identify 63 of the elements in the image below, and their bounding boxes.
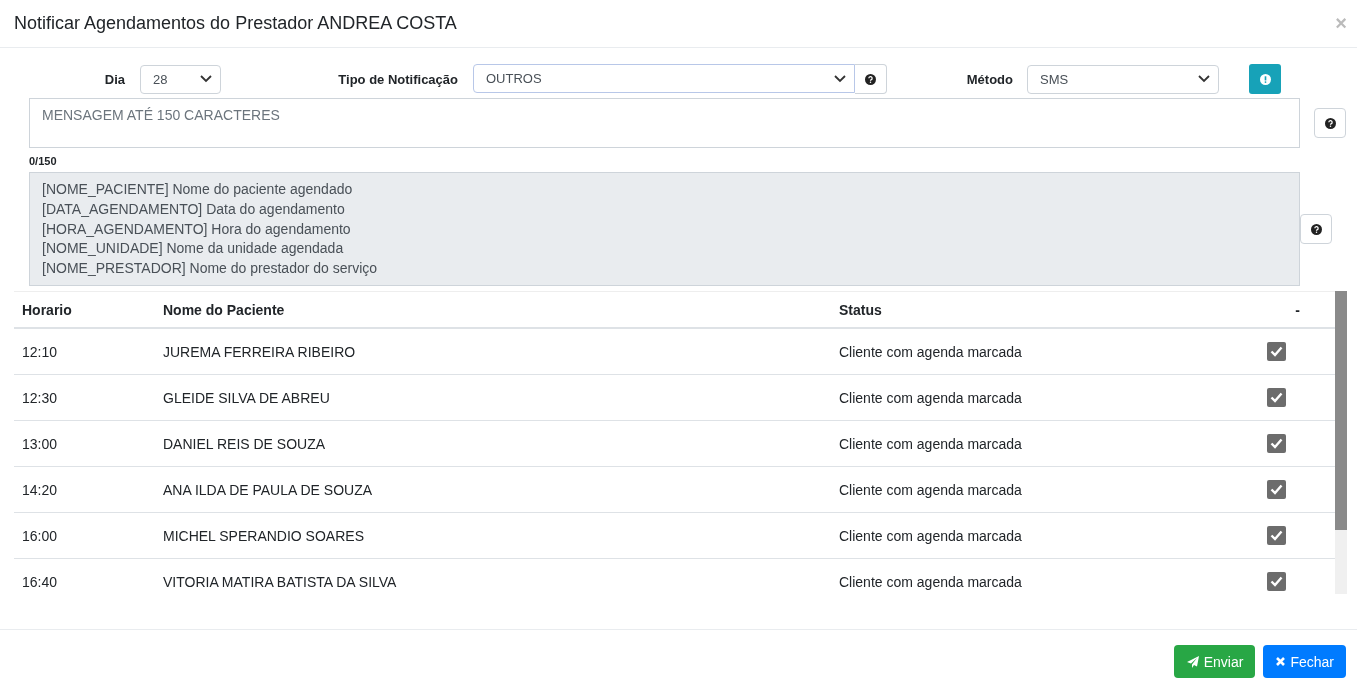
close-button[interactable]: Fechar [1263, 645, 1346, 678]
character-counter: 0/150 [29, 155, 57, 167]
patient-name-cell-text: GLEIDE SILVA DE ABREU [162, 389, 331, 406]
checkbox[interactable] [1267, 434, 1286, 453]
info-button[interactable] [1249, 64, 1281, 94]
status-cell-text: Cliente com agenda marcada [838, 343, 1023, 360]
column-header: - [1294, 301, 1301, 318]
checkbox[interactable] [1267, 388, 1286, 407]
chevron-down-icon [1198, 75, 1210, 83]
checkbox[interactable] [1267, 480, 1286, 499]
patient-name-cell-text: VITORIA MATIRA BATISTA DA SILVA [162, 573, 398, 590]
chevron-down-icon [834, 74, 846, 83]
variable-description: [NOME_PRESTADOR] Nome do prestador do serviço [42, 259, 379, 279]
scrollbar[interactable] [1335, 291, 1347, 594]
status-cell-text: Cliente com agenda marcada [838, 435, 1023, 452]
variable-description: [DATA_AGENDAMENTO] Data do agendamento [42, 199, 346, 219]
time-cell-text: 16:40 [21, 573, 59, 590]
dialog-title: Notificar Agendamentos do Prestador ANDREA COSTA [14, 13, 457, 34]
patient-name-cell-text: DANIEL REIS DE SOUZA [162, 435, 327, 452]
message-field[interactable]: MENSAGEM ATÉ 150 CARACTERES [29, 98, 1300, 148]
time-cell-text: 14:20 [21, 481, 59, 498]
help-button[interactable] [1314, 108, 1346, 138]
check-icon [1270, 438, 1283, 449]
checkbox[interactable] [1267, 526, 1286, 545]
method-select[interactable]: SMS [1027, 64, 1219, 94]
notification-type-select[interactable]: OUTROS [473, 64, 855, 93]
checkbox[interactable] [1267, 572, 1286, 591]
close-icon [1275, 656, 1287, 667]
variable-description: [HORA_AGENDAMENTO] Hora do agendamento [42, 219, 352, 239]
patient-name-cell-text: MICHEL SPERANDIO SOARES [162, 527, 365, 544]
check-icon [1270, 392, 1283, 403]
check-icon [1270, 576, 1283, 587]
time-cell-text: 13:00 [21, 435, 59, 452]
help-icon [865, 73, 876, 85]
help-icon [1310, 223, 1322, 235]
time-cell-text: 12:10 [21, 343, 59, 360]
patient-name-cell-text: JUREMA FERREIRA RIBEIRO [162, 343, 357, 360]
column-header: Status [838, 301, 883, 318]
patient-name-cell-text: ANA ILDA DE PAULA DE SOUZA [162, 481, 374, 498]
check-icon [1270, 530, 1283, 541]
help-button[interactable] [855, 64, 887, 94]
exclamation-icon [1259, 73, 1271, 85]
checkbox[interactable] [1267, 342, 1286, 361]
variable-description: [NOME_PACIENTE] Nome do paciente agendado [42, 180, 354, 199]
check-icon [1270, 346, 1283, 357]
check-icon [1270, 484, 1283, 495]
notification-type-label: Tipo de Notificação [337, 71, 458, 87]
help-button[interactable] [1300, 214, 1332, 244]
status-cell-text: Cliente com agenda marcada [838, 481, 1023, 498]
paper-plane-icon [1185, 654, 1200, 669]
status-cell-text: Cliente com agenda marcada [838, 527, 1023, 544]
method-label: Método [965, 71, 1013, 87]
day-label: Dia [103, 71, 125, 87]
help-icon [1324, 117, 1336, 129]
time-cell-text: 16:00 [21, 527, 59, 544]
day-select[interactable]: 28 [140, 64, 221, 94]
variable-description: [NOME_UNIDADE] Nome da unidade agendada [42, 239, 345, 259]
column-header: Nome do Paciente [162, 301, 286, 318]
column-header: Horario [21, 301, 73, 318]
status-cell-text: Cliente com agenda marcada [838, 573, 1023, 590]
chevron-down-icon [200, 75, 212, 83]
time-cell-text: 12:30 [21, 389, 59, 406]
status-cell-text: Cliente com agenda marcada [838, 389, 1023, 406]
